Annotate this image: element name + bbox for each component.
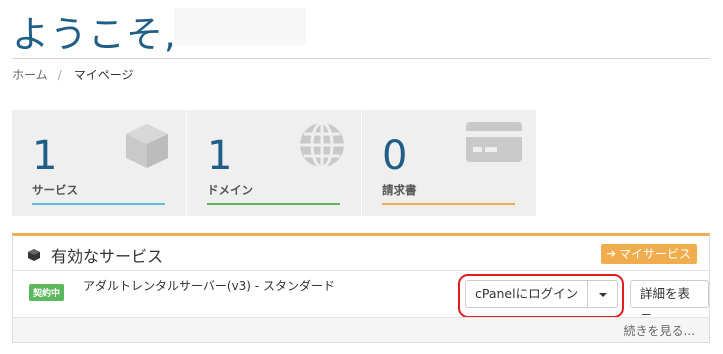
breadcrumb-home[interactable]: ホーム	[12, 66, 48, 83]
domains-bar	[207, 203, 340, 205]
redacted-username	[174, 8, 306, 45]
caret-down-icon	[598, 292, 607, 297]
services-count: 1	[32, 133, 58, 179]
status-badge: 契約中	[29, 284, 65, 301]
panel-header: 有効なサービス ➔ マイサービス	[13, 236, 709, 271]
services-bar	[32, 203, 165, 205]
breadcrumb: ホーム / マイページ	[12, 66, 133, 83]
invoices-label: 請求書	[382, 183, 417, 197]
domains-label: ドメイン	[207, 183, 253, 197]
service-name[interactable]: アダルトレンタルサーバー(v3) - スタンダード	[83, 277, 335, 294]
view-details-button[interactable]: 詳細を表示	[630, 280, 709, 327]
active-services-panel: 有効なサービス ➔ マイサービス 契約中 アダルトレンタルサーバー(v3) - …	[12, 233, 710, 343]
login-dropdown-toggle[interactable]	[588, 280, 619, 308]
stats-tiles: 1 サービス 1 ドメイン 0 請求書	[12, 110, 536, 216]
divider	[12, 58, 710, 59]
invoices-bar	[382, 203, 515, 205]
tile-services[interactable]: 1 サービス	[12, 110, 186, 216]
tile-domains[interactable]: 1 ドメイン	[187, 110, 361, 216]
services-label: サービス	[32, 183, 78, 197]
credit-card-icon	[466, 122, 522, 162]
breadcrumb-current: マイページ	[73, 68, 134, 82]
tile-invoices[interactable]: 0 請求書	[362, 110, 536, 216]
cube-icon	[28, 249, 40, 261]
breadcrumb-separator: /	[57, 67, 62, 82]
globe-icon	[300, 121, 344, 169]
welcome-heading: ようこそ,	[12, 13, 177, 56]
service-row: 契約中 アダルトレンタルサーバー(v3) - スタンダード cPanelにログイ…	[13, 272, 709, 327]
my-services-button[interactable]: ➔ マイサービス	[600, 244, 697, 264]
my-services-label: マイサービス	[618, 247, 691, 261]
login-button-group: cPanelにログイン	[465, 280, 619, 308]
invoices-count: 0	[382, 133, 408, 179]
panel-footer: 続きを見る...	[13, 317, 709, 342]
domains-count: 1	[207, 133, 233, 179]
cube-icon	[126, 124, 168, 168]
cpanel-login-button[interactable]: cPanelにログイン	[465, 280, 589, 308]
arrow-right-icon: ➔	[606, 247, 616, 260]
view-more-link[interactable]: 続きを見る...	[624, 322, 695, 339]
panel-title: 有効なサービス	[51, 247, 164, 266]
